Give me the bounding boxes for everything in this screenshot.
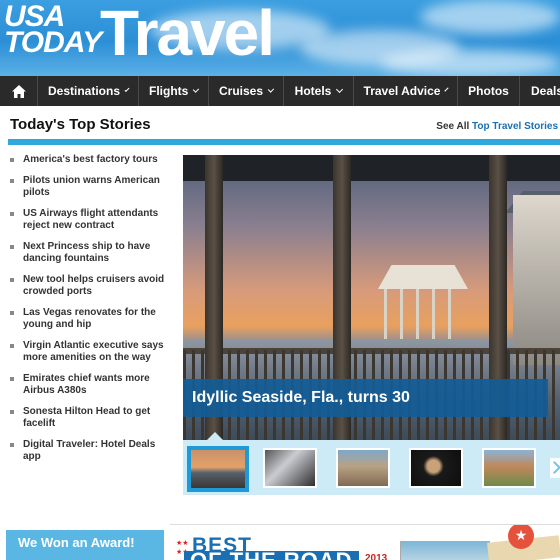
thumbnail-5[interactable] — [482, 448, 536, 488]
award-banner[interactable]: We Won an Award! — [6, 530, 164, 560]
hero-caption[interactable]: Idyllic Seaside, Fla., turns 30 — [183, 379, 548, 417]
nav-hotels[interactable]: Hotels — [284, 76, 354, 106]
nav-deals-label: Deals — [531, 84, 560, 98]
promo-image — [400, 541, 490, 560]
nav-travel-advice-label: Travel Advice — [363, 84, 441, 98]
top-stories-heading: Today's Top Stories — [10, 116, 151, 133]
nav-travel-advice[interactable]: Travel Advice — [354, 76, 458, 106]
story-link[interactable]: Las Vegas renovates for the young and hi… — [10, 307, 175, 332]
logo-line-2: TODAY — [4, 26, 102, 59]
thumbnail-4[interactable] — [409, 448, 463, 488]
promo-title-line2: OF THE ROAD — [184, 550, 359, 560]
nav-photos-label: Photos — [468, 84, 509, 98]
nav-flights[interactable]: Flights — [139, 76, 209, 106]
story-link[interactable]: Emirates chief wants more Airbus A380s — [10, 373, 175, 398]
nav-cruises[interactable]: Cruises — [209, 76, 284, 106]
hero-house — [513, 195, 560, 365]
site-header: USA TODAY Travel — [0, 0, 560, 76]
thumbnail-2[interactable] — [263, 448, 317, 488]
thumbnail-1[interactable] — [187, 446, 249, 492]
story-link[interactable]: US Airways flight attendants reject new … — [10, 208, 175, 233]
chevron-down-icon — [193, 85, 200, 93]
see-all-link[interactable]: See All Top Travel Stories — [436, 121, 558, 132]
hero-gazebo — [378, 265, 468, 340]
nav-destinations[interactable]: Destinations — [38, 76, 139, 106]
nav-home-button[interactable] — [0, 76, 38, 106]
section-title[interactable]: Travel — [100, 0, 275, 68]
star-badge-icon: ★ — [508, 525, 534, 549]
chevron-down-icon — [444, 86, 450, 92]
active-thumbnail-pointer — [207, 432, 223, 440]
story-link[interactable]: America's best factory tours — [10, 154, 175, 167]
story-link[interactable]: Sonesta Hilton Head to get facelift — [10, 406, 175, 431]
main-nav: Destinations Flights Cruises Hotels Trav… — [0, 76, 560, 106]
best-of-road-promo[interactable]: ★★★★ BEST OF THE ROAD 2013 ★ — [170, 524, 560, 560]
nav-cruises-label: Cruises — [219, 84, 264, 98]
story-link[interactable]: Pilots union warns American pilots — [10, 175, 175, 200]
nav-photos[interactable]: Photos — [458, 76, 520, 106]
nav-flights-label: Flights — [149, 84, 189, 98]
chevron-down-icon — [336, 85, 344, 93]
see-all-prefix: See All — [436, 121, 470, 132]
see-all-link-text: Top Travel Stories — [472, 121, 558, 132]
thumbnail-3[interactable] — [336, 448, 390, 488]
thumbnail-next-arrow-icon[interactable] — [550, 458, 560, 478]
story-link[interactable]: Next Princess ship to have dancing fount… — [10, 241, 175, 266]
home-icon — [11, 84, 26, 98]
section-divider — [8, 139, 560, 145]
story-link[interactable]: Virgin Atlantic executive says more amen… — [10, 340, 175, 365]
chevron-down-icon — [124, 86, 130, 92]
nav-hotels-label: Hotels — [294, 84, 332, 98]
story-link[interactable]: Digital Traveler: Hotel Deals app — [10, 439, 175, 464]
usa-today-logo[interactable]: USA TODAY — [4, 2, 102, 59]
top-stories-list: America's best factory tours Pilots unio… — [10, 154, 175, 472]
nav-deals[interactable]: Deals — [520, 76, 560, 106]
story-link[interactable]: New tool helps cruisers avoid crowded po… — [10, 274, 175, 299]
promo-year: 2013 — [365, 553, 388, 560]
nav-destinations-label: Destinations — [48, 84, 121, 98]
chevron-down-icon — [267, 85, 275, 93]
